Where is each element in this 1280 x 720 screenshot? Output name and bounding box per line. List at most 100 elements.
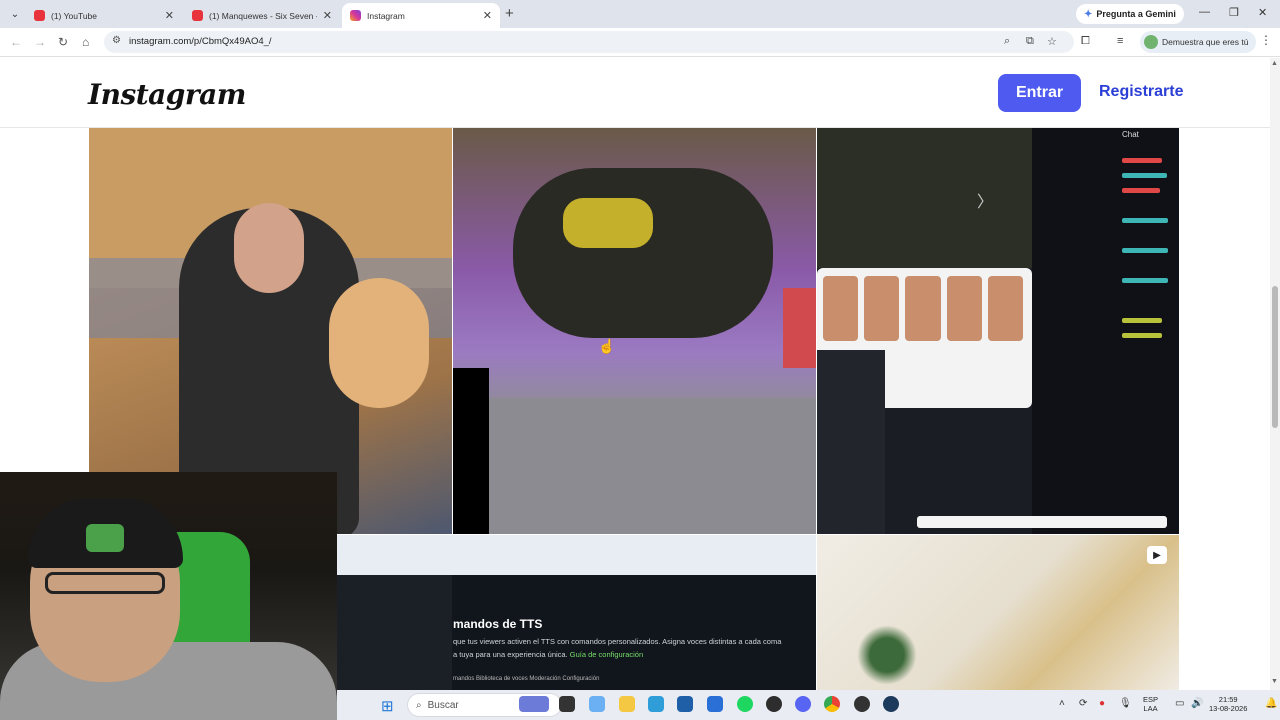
tts-guide-link[interactable]: Guía de configuración bbox=[570, 650, 643, 659]
instagram-logo[interactable]: Instagram bbox=[88, 78, 246, 111]
outlook-icon[interactable] bbox=[707, 696, 723, 712]
photo-floor bbox=[489, 398, 816, 534]
tab-manquewes[interactable]: (1) Manquewes - Six Seven - Co ✕ bbox=[184, 3, 340, 28]
volume-icon[interactable]: 🔊 bbox=[1191, 698, 1203, 709]
tab-list-icon[interactable]: ≡ bbox=[1117, 35, 1123, 47]
forward-icon[interactable]: → bbox=[34, 35, 46, 49]
post-thumbnail-4[interactable]: mandos de TTS que tus viewers activen el… bbox=[337, 535, 816, 690]
task-view-icon[interactable] bbox=[559, 696, 575, 712]
chevron-right-icon: 〉 bbox=[977, 194, 994, 211]
date: 13-08-2026 bbox=[1209, 704, 1248, 713]
avatar bbox=[1144, 35, 1158, 49]
close-icon[interactable]: ✕ bbox=[165, 9, 174, 22]
effect-tile bbox=[987, 276, 1024, 341]
file-explorer-icon[interactable] bbox=[619, 696, 635, 712]
close-icon[interactable]: ✕ bbox=[323, 9, 332, 22]
spotify-icon[interactable] bbox=[737, 696, 753, 712]
clock[interactable]: 21:59 13-08-2026 bbox=[1209, 695, 1247, 713]
home-icon[interactable]: ⌂ bbox=[82, 35, 89, 49]
tab-title: (1) Manquewes - Six Seven - Co bbox=[209, 10, 317, 21]
profile-button[interactable]: Demuestra que eres tú bbox=[1140, 31, 1257, 53]
language-indicator[interactable]: ESP LAA bbox=[1143, 695, 1158, 713]
address-bar[interactable]: ⚙ instagram.com/p/CbmQx49AO4_/ bbox=[104, 31, 1074, 53]
app-icon[interactable] bbox=[766, 696, 782, 712]
url-text: instagram.com/p/CbmQx49AO4_/ bbox=[129, 36, 272, 47]
chat-line bbox=[1122, 248, 1168, 253]
gemini-spark-icon: ✦ bbox=[1084, 8, 1093, 20]
store-icon[interactable] bbox=[677, 696, 693, 712]
microphone-icon[interactable]: 🎙 bbox=[1119, 698, 1132, 709]
reload-icon[interactable]: ↻ bbox=[58, 35, 68, 49]
network-icon[interactable]: ▭ bbox=[1175, 698, 1184, 709]
install-app-icon[interactable]: ⧉ bbox=[1026, 35, 1034, 48]
tab-title: Instagram bbox=[367, 10, 405, 21]
scrollbar-thumb[interactable] bbox=[1272, 286, 1278, 428]
gemini-label: Pregunta a Gemini bbox=[1096, 9, 1176, 19]
scroll-up-icon[interactable]: ▲ bbox=[1271, 60, 1278, 67]
browser-tabstrip: ⌄ (1) YouTube ✕ (1) Manquewes - Six Seve… bbox=[0, 0, 1280, 28]
tts-description: que tus viewers activen el TTS con coman… bbox=[453, 637, 782, 646]
tray-app-icon[interactable]: ● bbox=[1099, 698, 1105, 709]
windows-taskbar: ⊞ ⌕ Buscar ˄ ⟳ ● 🎙 ESP LAA ▭ 🔊 21:59 13-… bbox=[337, 690, 1280, 720]
window-close-icon[interactable]: ✕ bbox=[1258, 6, 1267, 19]
effect-tile bbox=[905, 276, 941, 341]
profile-label: Demuestra que eres tú bbox=[1162, 37, 1249, 47]
discord-icon[interactable] bbox=[795, 696, 811, 712]
login-button[interactable]: Entrar bbox=[998, 74, 1081, 112]
notifications-icon[interactable]: 🔔 bbox=[1265, 698, 1277, 709]
tray-chevron-icon[interactable]: ˄ bbox=[1059, 698, 1065, 709]
tts-subnav: mandos Biblioteca de voces Moderación Co… bbox=[453, 676, 600, 682]
steam-icon[interactable] bbox=[883, 696, 899, 712]
close-icon[interactable]: ✕ bbox=[483, 9, 492, 22]
photo-face bbox=[234, 203, 304, 293]
widgets-icon[interactable] bbox=[519, 696, 549, 712]
post-thumbnail-5[interactable]: ▶ bbox=[817, 535, 1179, 690]
signup-link[interactable]: Registrarte bbox=[1099, 83, 1183, 101]
restore-icon[interactable]: ❐ bbox=[1229, 6, 1239, 19]
minimize-icon[interactable]: — bbox=[1199, 6, 1210, 18]
gemini-button[interactable]: ✦ Pregunta a Gemini bbox=[1076, 4, 1184, 24]
chrome-icon[interactable] bbox=[824, 696, 840, 712]
photo-plant bbox=[857, 625, 917, 685]
tray-app-icon[interactable]: ⟳ bbox=[1079, 698, 1087, 709]
tab-youtube[interactable]: (1) YouTube ✕ bbox=[26, 3, 182, 28]
effect-tile bbox=[946, 276, 982, 341]
lang-top: ESP bbox=[1143, 695, 1159, 704]
windows-start-icon[interactable]: ⊞ bbox=[381, 697, 394, 715]
new-tab-button[interactable]: + bbox=[505, 5, 514, 22]
stream-video bbox=[817, 350, 885, 534]
chat-line bbox=[1122, 158, 1162, 163]
zoom-icon[interactable]: ⌕ bbox=[1004, 35, 1010, 48]
tab-search-chevron-icon[interactable]: ⌄ bbox=[6, 5, 24, 23]
webcam-overlay bbox=[0, 472, 337, 720]
left-panel bbox=[337, 575, 452, 690]
effects-tiles bbox=[823, 276, 1024, 341]
post-thumbnail-2[interactable] bbox=[453, 128, 816, 534]
tts-description-2: a tuya para una experiencia única. Guía … bbox=[453, 650, 643, 659]
bookmark-star-icon[interactable]: ☆ bbox=[1047, 35, 1057, 48]
effect-tile bbox=[864, 276, 900, 341]
chat-line bbox=[1122, 278, 1168, 283]
edge-icon[interactable] bbox=[648, 696, 664, 712]
chat-line bbox=[1122, 333, 1162, 338]
extensions-icon[interactable]: ⧠ bbox=[1081, 35, 1090, 48]
site-info-icon[interactable]: ⚙ bbox=[112, 35, 121, 46]
browser-menu-icon[interactable]: ⋮ bbox=[1260, 33, 1272, 47]
search-placeholder: Buscar bbox=[427, 699, 459, 711]
youtube-icon bbox=[34, 10, 45, 21]
hand-cursor-icon: ☝ bbox=[598, 338, 616, 354]
copilot-icon[interactable] bbox=[589, 696, 605, 712]
scroll-down-icon[interactable]: ▼ bbox=[1271, 678, 1278, 685]
tab-instagram[interactable]: Instagram ✕ bbox=[342, 3, 500, 28]
photo-shape bbox=[513, 168, 773, 338]
post-thumbnail-3[interactable]: 〉 Chat bbox=[817, 128, 1179, 534]
page-topbar bbox=[337, 535, 816, 575]
photo-shape bbox=[563, 198, 653, 248]
chat-line bbox=[1122, 318, 1162, 323]
back-icon[interactable]: ← bbox=[10, 35, 22, 49]
stream-dock bbox=[917, 516, 1167, 528]
chat-line bbox=[1122, 173, 1167, 178]
obs-icon[interactable] bbox=[854, 696, 870, 712]
lang-bottom: LAA bbox=[1143, 704, 1158, 713]
instagram-header: Instagram Entrar Registrarte bbox=[0, 58, 1270, 128]
